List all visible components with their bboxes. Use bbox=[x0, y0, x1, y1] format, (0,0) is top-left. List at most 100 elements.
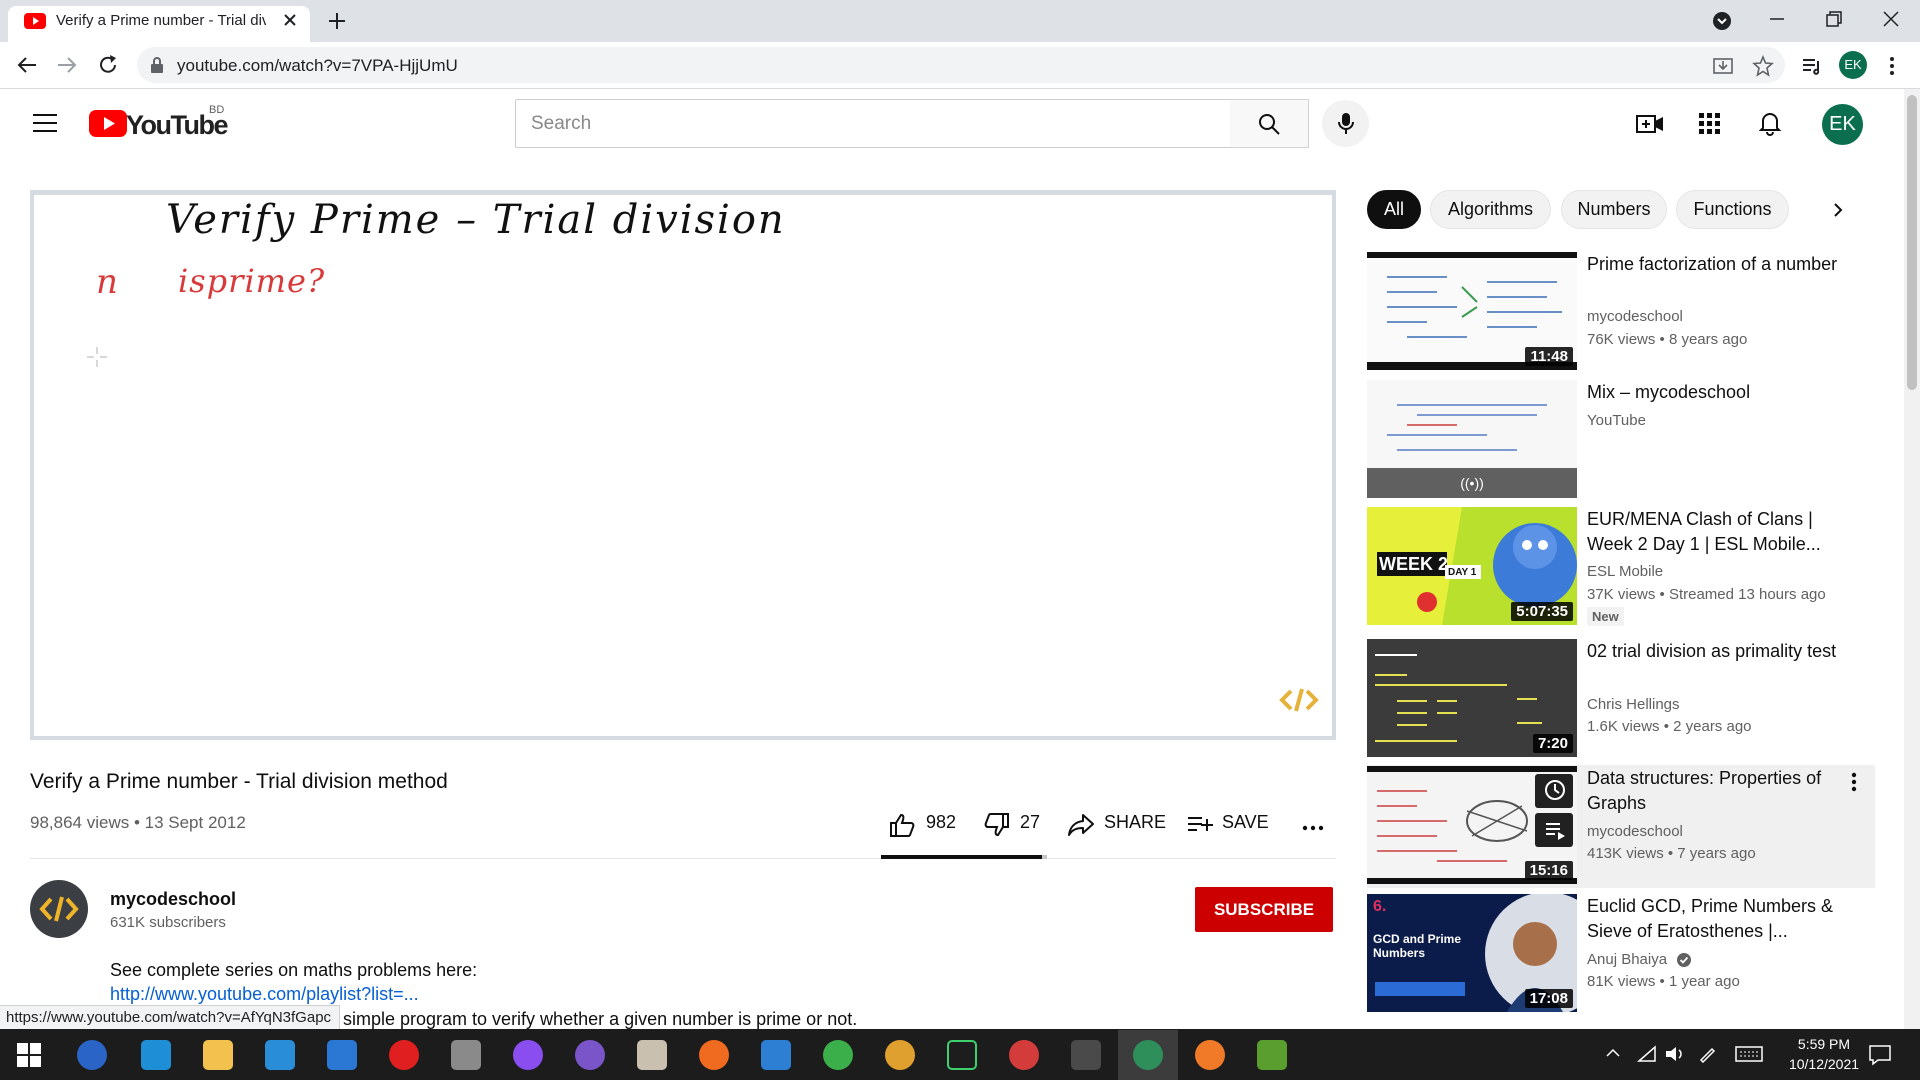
chrome-icon[interactable] bbox=[1009, 1040, 1039, 1070]
chrome-profile-icon[interactable] bbox=[885, 1040, 915, 1070]
like-count[interactable]: 982 bbox=[926, 812, 956, 833]
pycharm-icon[interactable] bbox=[947, 1040, 977, 1070]
tool-app-icon[interactable] bbox=[451, 1040, 481, 1070]
description-link[interactable]: http://www.youtube.com/playlist?list=... bbox=[110, 984, 419, 1005]
user-avatar[interactable]: EK bbox=[1822, 104, 1863, 145]
mail-icon[interactable] bbox=[327, 1040, 357, 1070]
firefox-icon[interactable] bbox=[699, 1040, 729, 1070]
rec-title[interactable]: EUR/MENA Clash of Clans | Week 2 Day 1 |… bbox=[1587, 507, 1857, 557]
rec-channel[interactable]: mycodeschool bbox=[1587, 823, 1683, 840]
rec-channel[interactable]: mycodeschool bbox=[1587, 308, 1683, 325]
scrollbar-thumb[interactable] bbox=[1907, 95, 1917, 390]
action-center-icon[interactable] bbox=[1868, 1043, 1892, 1067]
subscribe-button[interactable]: SUBSCRIBE bbox=[1195, 887, 1333, 932]
restore-icon[interactable] bbox=[1825, 10, 1843, 28]
more-actions-icon[interactable] bbox=[1302, 825, 1324, 831]
lock-icon[interactable] bbox=[150, 57, 164, 73]
video-thumbnail[interactable]: ((•)) bbox=[1367, 380, 1577, 498]
rec-title[interactable]: Mix – mycodeschool bbox=[1587, 380, 1857, 405]
chip-all[interactable]: All bbox=[1367, 190, 1421, 229]
youtube-logo-icon[interactable] bbox=[89, 110, 127, 137]
pen-icon[interactable] bbox=[1698, 1045, 1716, 1063]
dislike-icon[interactable] bbox=[984, 813, 1010, 837]
whiteboard-isprime: isprime? bbox=[178, 262, 326, 300]
create-video-icon[interactable] bbox=[1636, 112, 1664, 136]
channel-avatar[interactable] bbox=[30, 880, 88, 938]
github-desktop-icon[interactable] bbox=[575, 1040, 605, 1070]
notifications-bell-icon[interactable] bbox=[1759, 110, 1781, 136]
reading-list-icon[interactable] bbox=[1801, 55, 1823, 77]
chips-next-icon[interactable] bbox=[1832, 201, 1844, 219]
nvidia-icon[interactable] bbox=[1257, 1040, 1287, 1070]
qbittorrent-icon[interactable] bbox=[77, 1040, 107, 1070]
postman-icon[interactable] bbox=[1195, 1040, 1225, 1070]
voice-search-button[interactable] bbox=[1322, 100, 1369, 147]
forward-icon[interactable] bbox=[56, 55, 78, 75]
tray-chevron-icon[interactable] bbox=[1605, 1048, 1621, 1058]
rec-title[interactable]: Prime factorization of a number bbox=[1587, 252, 1857, 277]
microsoft-store-icon[interactable] bbox=[265, 1040, 295, 1070]
browser-menu-icon[interactable] bbox=[1889, 55, 1895, 77]
dislike-count[interactable]: 27 bbox=[1020, 812, 1040, 833]
tab-search-icon[interactable] bbox=[1712, 11, 1732, 31]
minimize-icon[interactable] bbox=[1768, 10, 1786, 28]
add-to-queue-icon[interactable] bbox=[1544, 819, 1566, 841]
opera-browser-icon[interactable] bbox=[389, 1040, 419, 1070]
chip-algorithms[interactable]: Algorithms bbox=[1430, 190, 1551, 229]
rec-channel[interactable]: YouTube bbox=[1587, 412, 1646, 429]
rec-channel[interactable]: ESL Mobile bbox=[1587, 563, 1663, 580]
search-button[interactable] bbox=[1230, 99, 1309, 148]
watch-later-icon[interactable] bbox=[1544, 779, 1566, 801]
search-input[interactable] bbox=[515, 99, 1231, 148]
edge-browser-icon[interactable] bbox=[141, 1040, 171, 1070]
edge-dev-icon[interactable] bbox=[823, 1040, 853, 1070]
volume-icon[interactable] bbox=[1664, 1045, 1686, 1063]
rec-title[interactable]: 02 trial division as primality test bbox=[1587, 639, 1857, 664]
rec-channel[interactable]: Chris Hellings bbox=[1587, 696, 1680, 713]
install-app-icon[interactable] bbox=[1712, 55, 1734, 77]
windows-start-icon[interactable] bbox=[17, 1043, 41, 1067]
chip-functions[interactable]: Functions bbox=[1676, 190, 1789, 229]
video-thumbnail[interactable]: 11:48 bbox=[1367, 252, 1577, 370]
keyboard-icon[interactable] bbox=[1735, 1046, 1763, 1062]
save-playlist-icon[interactable] bbox=[1188, 815, 1214, 835]
rec-stats: 37K views • Streamed 13 hours ago bbox=[1587, 586, 1826, 603]
channel-name[interactable]: mycodeschool bbox=[110, 889, 236, 910]
video-thumbnail[interactable]: 15:16 bbox=[1367, 766, 1577, 884]
back-icon[interactable] bbox=[16, 55, 38, 75]
rec-more-options-icon[interactable] bbox=[1851, 771, 1857, 793]
video-thumbnail[interactable]: WEEK 2 DAY 1 5:07:35 bbox=[1367, 507, 1577, 625]
wifi-icon[interactable] bbox=[1637, 1045, 1657, 1063]
paint-app-icon[interactable] bbox=[637, 1040, 667, 1070]
reload-icon[interactable] bbox=[97, 54, 119, 76]
profile-avatar[interactable]: EK bbox=[1839, 51, 1867, 79]
like-icon[interactable] bbox=[889, 813, 915, 837]
share-icon[interactable] bbox=[1067, 813, 1095, 837]
status-bar-url: https://www.youtube.com/watch?v=AfYqN3fG… bbox=[0, 1005, 341, 1030]
taskbar-clock[interactable]: 5:59 PM 10/12/2021 bbox=[1779, 1034, 1869, 1074]
new-badge: New bbox=[1587, 607, 1624, 626]
url-text[interactable]: youtube.com/watch?v=7VPA-HjjUmU bbox=[177, 56, 458, 76]
chip-numbers[interactable]: Numbers bbox=[1561, 190, 1667, 229]
video-thumbnail[interactable]: 7:20 bbox=[1367, 639, 1577, 757]
hamburger-menu-icon[interactable] bbox=[33, 113, 57, 133]
rec-channel[interactable]: Anuj Bhaiya bbox=[1587, 951, 1667, 968]
terminal-icon[interactable] bbox=[1071, 1040, 1101, 1070]
bookmark-star-icon[interactable] bbox=[1752, 55, 1774, 77]
youtube-favicon-icon bbox=[24, 13, 46, 29]
vscode-icon[interactable] bbox=[761, 1040, 791, 1070]
new-tab-icon[interactable] bbox=[327, 11, 347, 31]
microphone-icon bbox=[1338, 113, 1354, 134]
tab-close-icon[interactable] bbox=[282, 12, 298, 28]
messenger-icon[interactable] bbox=[513, 1040, 543, 1070]
share-button[interactable]: SHARE bbox=[1104, 812, 1166, 833]
save-button[interactable]: SAVE bbox=[1222, 812, 1269, 833]
file-explorer-icon[interactable] bbox=[203, 1040, 233, 1070]
chrome-active-icon[interactable] bbox=[1133, 1040, 1163, 1070]
rec-title[interactable]: Euclid GCD, Prime Numbers & Sieve of Era… bbox=[1587, 894, 1857, 944]
apps-grid-icon[interactable] bbox=[1699, 113, 1721, 135]
video-duration: 7:20 bbox=[1532, 734, 1573, 753]
video-thumbnail[interactable]: 6. GCD and Prime Numbers 17:08 bbox=[1367, 894, 1577, 1012]
close-window-icon[interactable] bbox=[1882, 10, 1900, 28]
rec-title[interactable]: Data structures: Properties of Graphs bbox=[1587, 766, 1857, 816]
